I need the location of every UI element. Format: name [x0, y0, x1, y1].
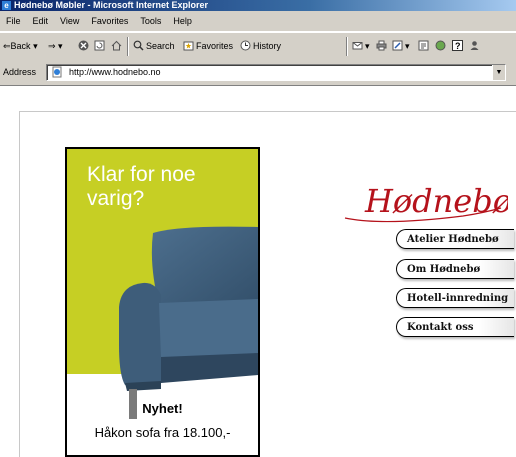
ie-logo-icon: e [2, 1, 11, 10]
standard-toolbar: ⇐Back ▾ ⇒ ▾ Search Favorites History ▾ ▾… [0, 32, 516, 61]
ad-offer-text: Håkon sofa fra 18.100,- [94, 425, 231, 440]
favorites-icon [183, 41, 194, 51]
url-input[interactable] [69, 66, 489, 78]
messenger-icon [435, 40, 446, 51]
search-icon [133, 40, 144, 51]
contacts-icon [470, 41, 479, 50]
search-button[interactable]: Search [133, 40, 175, 52]
forward-button[interactable]: ⇒ ▾ [48, 40, 63, 52]
refresh-icon [94, 40, 105, 51]
messenger-button[interactable] [435, 40, 448, 52]
stop-button[interactable] [78, 40, 91, 52]
mail-button[interactable]: ▾ [352, 40, 370, 52]
address-field[interactable]: ▼ [46, 64, 506, 81]
back-label: Back [10, 41, 31, 51]
site-logo[interactable]: Hødnebø [343, 168, 513, 235]
refresh-button[interactable] [94, 40, 107, 52]
sofa-image [119, 226, 258, 419]
stop-icon [78, 40, 89, 51]
logo-wordmark: Hødnebø [364, 182, 508, 220]
nav-kontakt-oss[interactable]: Kontakt oss [396, 317, 514, 337]
address-bar: Address ▼ [0, 60, 516, 86]
discuss-icon [418, 40, 429, 51]
menu-help[interactable]: Help [167, 11, 198, 26]
home-icon [111, 40, 122, 51]
window-title-bar: e Hødnebø Møbler - Microsoft Internet Exp… [0, 0, 516, 11]
nav-hotell-innredning[interactable]: Hotell-innredning [396, 288, 514, 308]
nav-atelier-hodnebo[interactable]: Atelier Hødnebø [396, 229, 514, 249]
menu-bar: File Edit View Favorites Tools Help [0, 11, 516, 32]
discuss-button[interactable] [418, 40, 431, 52]
nav-om-hodnebo[interactable]: Om Hødnebø [396, 259, 514, 279]
hodnebo-logo: Hødnebø [344, 182, 513, 223]
mail-icon [352, 42, 363, 50]
menu-file[interactable]: File [0, 11, 27, 26]
back-button[interactable]: ⇐Back ▾ [3, 40, 38, 52]
forward-arrow-icon: ⇒ [48, 41, 56, 51]
search-label: Search [146, 41, 175, 51]
ad-new-badge: Nyhet! [142, 401, 183, 416]
svg-text:?: ? [455, 41, 461, 51]
research-button[interactable]: ? [452, 40, 465, 52]
menu-tools[interactable]: Tools [134, 11, 167, 26]
print-icon [376, 40, 387, 51]
address-dropdown-button[interactable]: ▼ [492, 65, 505, 80]
print-button[interactable] [376, 40, 389, 52]
address-label: Address [3, 67, 37, 77]
ad-headline: Klar for noe varig? [87, 163, 196, 210]
sofa-advertisement[interactable]: Klar for noe varig? Nyhet! Håkon sofa fr… [65, 147, 260, 457]
menu-view[interactable]: View [54, 11, 85, 26]
history-label: History [253, 41, 282, 51]
edit-button[interactable]: ▾ [392, 40, 410, 52]
home-button[interactable] [111, 40, 124, 52]
window-title: Hødnebø Møbler - Microsoft Internet Expl… [14, 0, 209, 10]
favorites-button[interactable]: Favorites [183, 40, 233, 52]
chevron-down-icon: ▼ [495, 69, 503, 76]
history-icon [240, 40, 251, 51]
history-button[interactable]: History [240, 40, 281, 52]
back-arrow-icon: ⇐ [3, 41, 11, 51]
menu-edit[interactable]: Edit [27, 11, 55, 26]
edit-icon [392, 40, 403, 51]
page-icon [52, 66, 62, 78]
favorites-label: Favorites [196, 41, 234, 51]
help-icon: ? [452, 40, 463, 51]
contacts-button[interactable] [469, 40, 482, 52]
menu-favorites[interactable]: Favorites [85, 11, 134, 26]
